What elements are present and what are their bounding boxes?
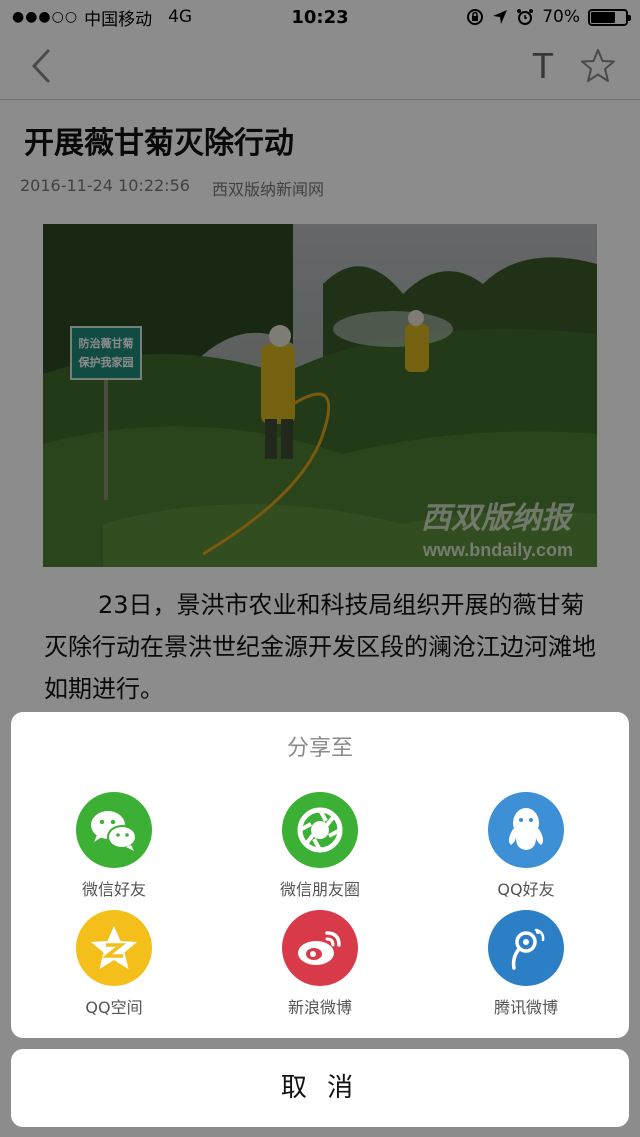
share-label: 微信好友 bbox=[81, 880, 146, 899]
cancel-button[interactable]: 取 消 bbox=[11, 1049, 629, 1127]
share-tencent-weibo-button[interactable]: 腾讯微博 bbox=[446, 910, 606, 1030]
share-label: 腾讯微博 bbox=[493, 998, 558, 1017]
share-sheet-title: 分享至 bbox=[286, 736, 353, 761]
share-qzone-button[interactable]: QQ空间 bbox=[34, 910, 194, 1030]
wechat-icon bbox=[76, 792, 152, 868]
share-label: QQ好友 bbox=[497, 880, 555, 899]
share-wechat-friend-button[interactable]: 微信好友 bbox=[34, 792, 194, 912]
qzone-icon bbox=[76, 910, 152, 986]
qq-icon bbox=[488, 792, 564, 868]
tencent-weibo-icon bbox=[488, 910, 564, 986]
share-moments-button[interactable]: 微信朋友圈 bbox=[240, 792, 400, 912]
moments-icon bbox=[282, 792, 358, 868]
share-sheet: 分享至 微信好友 微信朋友圈 QQ好友 QQ空间 新浪微博 腾讯微博 bbox=[11, 712, 629, 1038]
share-qq-friend-button[interactable]: QQ好友 bbox=[446, 792, 606, 912]
share-sina-weibo-button[interactable]: 新浪微博 bbox=[240, 910, 400, 1030]
weibo-icon bbox=[282, 910, 358, 986]
share-label: 微信朋友圈 bbox=[279, 880, 360, 899]
share-label: 新浪微博 bbox=[287, 998, 352, 1017]
share-label: QQ空间 bbox=[85, 998, 143, 1017]
